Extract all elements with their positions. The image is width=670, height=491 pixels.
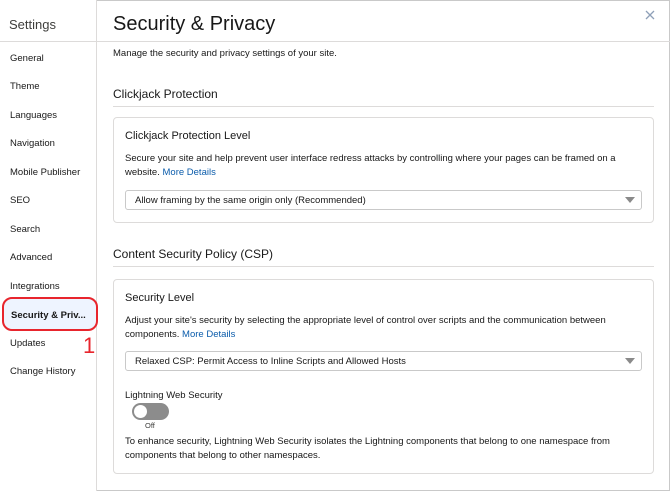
- clickjack-level-select[interactable]: Allow framing by the same origin only (R…: [125, 190, 642, 210]
- sidebar-item-security-privacy[interactable]: Security & Priv...: [2, 297, 98, 331]
- csp-card: Security Level Adjust your site's securi…: [113, 279, 654, 474]
- lws-label: Lightning Web Security: [125, 390, 223, 401]
- main-panel: Security & Privacy Manage the security a…: [97, 0, 670, 491]
- csp-more-details-link[interactable]: More Details: [182, 329, 235, 340]
- lws-toggle[interactable]: [132, 403, 169, 420]
- sidebar-item-search[interactable]: Search: [10, 224, 40, 235]
- csp-select-value: Relaxed CSP: Permit Access to Inline Scr…: [135, 356, 406, 367]
- csp-level-select[interactable]: Relaxed CSP: Permit Access to Inline Scr…: [125, 351, 642, 371]
- callout-number: 1: [83, 333, 96, 358]
- sidebar-item-advanced[interactable]: Advanced: [10, 252, 52, 263]
- settings-sidebar: Settings General Theme Languages Navigat…: [0, 0, 98, 491]
- toggle-knob: [134, 405, 147, 418]
- sidebar-item-navigation[interactable]: Navigation: [10, 138, 55, 149]
- sidebar-item-theme[interactable]: Theme: [10, 81, 40, 92]
- clickjack-section-title: Clickjack Protection: [113, 87, 218, 101]
- clickjack-more-details-link[interactable]: More Details: [163, 167, 216, 178]
- header-divider: [97, 41, 670, 42]
- sidebar-divider: [0, 41, 96, 42]
- sidebar-item-languages[interactable]: Languages: [10, 110, 57, 121]
- sidebar-item-mobile-publisher[interactable]: Mobile Publisher: [10, 167, 80, 178]
- clickjack-section-divider: [113, 106, 654, 107]
- close-icon[interactable]: [645, 10, 655, 20]
- clickjack-level-title: Clickjack Protection Level: [125, 130, 251, 142]
- csp-security-level-title: Security Level: [125, 292, 195, 304]
- close-icon[interactable]: [645, 8, 659, 22]
- sidebar-item-integrations[interactable]: Integrations: [10, 281, 60, 292]
- sidebar-item-general[interactable]: General: [10, 53, 44, 64]
- page-description: Manage the security and privacy settings…: [113, 48, 337, 59]
- csp-section-title: Content Security Policy (CSP): [113, 247, 274, 261]
- clickjack-select-value: Allow framing by the same origin only (R…: [135, 195, 366, 206]
- sidebar-item-updates[interactable]: Updates: [10, 338, 45, 349]
- sidebar-item-seo[interactable]: SEO: [10, 195, 30, 206]
- lws-description: To enhance security, Lightning Web Secur…: [125, 436, 610, 461]
- chevron-down-icon: [625, 197, 635, 203]
- chevron-down-icon: [625, 358, 635, 364]
- page-title: Security & Privacy: [113, 13, 276, 35]
- lws-toggle-state: Off: [145, 421, 155, 430]
- csp-description: Adjust your site's security by selecting…: [125, 314, 645, 341]
- clickjack-description: Secure your site and help prevent user i…: [125, 152, 645, 179]
- sidebar-title: Settings: [9, 17, 56, 32]
- csp-section-divider: [113, 266, 654, 267]
- clickjack-card: Clickjack Protection Level Secure your s…: [113, 117, 654, 223]
- sidebar-item-change-history[interactable]: Change History: [10, 366, 75, 377]
